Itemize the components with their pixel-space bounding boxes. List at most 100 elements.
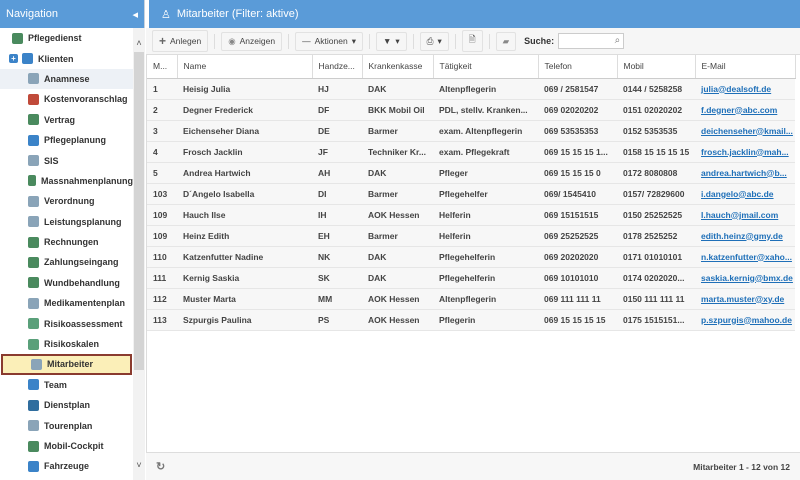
table-cell: Hauch Ilse <box>177 204 312 226</box>
paging-info: Mitarbeiter 1 - 12 von 12 <box>693 461 790 472</box>
scroll-down-icon[interactable]: ˅ <box>134 460 144 470</box>
table-row[interactable]: 5 Andrea Hartwich AH DAK Pfleger 069 15 15 15… <box>147 162 795 184</box>
table-cell: Barmer <box>362 225 433 247</box>
email-link[interactable]: f.degner@abc.com <box>701 105 777 115</box>
column-header[interactable]: Telefon <box>538 55 618 79</box>
column-header[interactable]: Tätigkeit <box>433 55 539 79</box>
email-link[interactable]: frosch.jacklin@mah... <box>701 147 789 157</box>
nav-item-anamnese[interactable]: Anamnese <box>0 68 133 90</box>
table-row[interactable]: 3 Eichenseher Diana DE Barmer exam. Altenpfl… <box>147 120 795 142</box>
export-button[interactable]: 🗎 <box>461 30 483 52</box>
table-cell: AH <box>312 162 362 184</box>
table-cell: frosch.jacklin@mah... <box>695 141 795 163</box>
nav-item-risikoassessment[interactable]: Risikoassessment <box>0 313 133 333</box>
table-cell: DAK <box>362 246 433 268</box>
table-cell: Heisig Julia <box>177 78 312 100</box>
column-header[interactable]: Krankenkasse <box>362 55 434 79</box>
table-row[interactable]: 109 Hauch Ilse IH AOK Hessen Helferin 069 151… <box>147 204 795 226</box>
nav-item-label: SIS <box>44 155 59 166</box>
nav-item-massnahmenplanung[interactable]: Massnahmenplanung <box>0 171 133 191</box>
nav-item-tourenplan[interactable]: Tourenplan <box>0 415 133 435</box>
table-row[interactable]: 2 Degner Frederick DF BKK Mobil Oil PDL, ste… <box>147 99 795 121</box>
nav-item-kostenvoranschlag[interactable]: Kostenvoranschlag <box>0 89 133 109</box>
nav-item-leistungsplanung[interactable]: Leistungsplanung <box>0 212 133 232</box>
nav-item-risikoskalen[interactable]: Risikoskalen <box>0 334 133 354</box>
table-cell: Andrea Hartwich <box>177 162 312 184</box>
column-header[interactable]: Handze... <box>312 55 363 79</box>
email-link[interactable]: saskia.kernig@bmx.de <box>701 273 793 283</box>
table-cell: p.szpurgis@mahoo.de <box>695 309 795 331</box>
table-cell: AOK Hessen <box>362 309 433 331</box>
table-cell: 0175 1515151... <box>617 309 695 331</box>
nav-item-icon <box>28 175 36 187</box>
add-button[interactable]: + Anlegen <box>152 30 209 52</box>
table-cell: Barmer <box>362 183 433 205</box>
print-button[interactable]: ⎙ ▾ <box>419 31 449 51</box>
nav-item-icon <box>28 73 39 85</box>
expand-icon[interactable]: + <box>9 54 18 64</box>
nav-item-team[interactable]: Team <box>0 375 133 395</box>
collapse-icon[interactable]: ◂ <box>132 8 138 21</box>
nav-item-verordnung[interactable]: Verordnung <box>0 191 133 211</box>
email-link[interactable]: edith.heinz@gmy.de <box>701 231 783 241</box>
table-cell: 4 <box>147 141 177 163</box>
refresh-icon[interactable]: ↻ <box>156 460 165 473</box>
table-row[interactable]: 1 Heisig Julia HJ DAK Altenpflegerin 069 / 25… <box>147 78 795 100</box>
table-row[interactable]: 110 Katzenfutter Nadine NK DAK Pflegehelferi… <box>147 246 795 268</box>
table-row[interactable]: 109 Heinz Edith EH Barmer Helferin 069 252525… <box>147 225 795 247</box>
table-cell: AOK Hessen <box>362 288 433 310</box>
email-link[interactable]: julia@dealsoft.de <box>701 84 771 94</box>
email-link[interactable]: I.hauch@jmail.com <box>701 210 778 220</box>
employee-icon: ♙ <box>161 8 171 21</box>
table-cell: 0150 111 111 11 <box>617 288 695 310</box>
table-row[interactable]: 112 Muster Marta MM AOK Hessen Altenpflegeri… <box>147 288 795 310</box>
nav-item-medikamentenplan[interactable]: Medikamentenplan <box>0 293 133 313</box>
nav-item-zahlungseingang[interactable]: Zahlungseingang <box>0 252 133 272</box>
table-cell: deichenseher@kmail... <box>695 120 795 142</box>
table-cell: 0157/ 72829600 <box>617 183 695 205</box>
table-row[interactable]: 103 D´Angelo Isabella DI Barmer Pflegehelfer… <box>147 183 795 205</box>
nav-item-label: Team <box>44 379 67 390</box>
scroll-up-icon[interactable]: ˄ <box>134 38 144 48</box>
column-header[interactable]: Mobil <box>617 55 696 79</box>
search-input[interactable]: ⌕ <box>558 33 625 49</box>
table-row[interactable]: 111 Kernig Saskia SK DAK Pflegehelferin 069 1… <box>147 267 795 289</box>
message-button[interactable]: ▰ <box>495 31 517 51</box>
column-header[interactable]: M... <box>147 55 178 79</box>
column-header[interactable]: Name <box>177 55 313 79</box>
table-cell: f.degner@abc.com <box>695 99 795 121</box>
nav-item-mobil-cockpit[interactable]: Mobil-Cockpit <box>0 436 133 456</box>
table-cell: Techniker Kr... <box>362 141 433 163</box>
column-header[interactable]: E-Mail <box>695 55 796 79</box>
email-link[interactable]: i.dangelo@abc.de <box>701 189 774 199</box>
show-button[interactable]: ◉ Anzeigen <box>221 31 283 51</box>
filter-icon: ▼ <box>382 36 392 46</box>
nav-item-vertrag[interactable]: Vertrag <box>0 110 133 130</box>
plus-icon: + <box>159 34 167 48</box>
grid-footer: ↻ Mitarbeiter 1 - 12 von 12 <box>146 452 800 480</box>
nav-item-dienstplan[interactable]: Dienstplan <box>0 395 133 415</box>
nav-item-wundbehandlung[interactable]: Wundbehandlung <box>0 273 133 293</box>
nav-item-sis[interactable]: SIS <box>0 150 133 170</box>
email-link[interactable]: marta.muster@xy.de <box>701 294 784 304</box>
table-cell: IH <box>312 204 362 226</box>
nav-item-rechnungen[interactable]: Rechnungen <box>0 232 133 252</box>
nav-item-label: Rechnungen <box>44 237 99 248</box>
email-link[interactable]: deichenseher@kmail... <box>701 126 793 136</box>
email-link[interactable]: p.szpurgis@mahoo.de <box>701 315 792 325</box>
nav-item-klienten[interactable]: + Klienten <box>0 48 133 68</box>
table-row[interactable]: 113 Szpurgis Paulina PS AOK Hessen Pflegerin… <box>147 309 795 331</box>
nav-item-fahrzeuge[interactable]: Fahrzeuge <box>0 456 133 476</box>
actions-button[interactable]: — Aktionen ▾ <box>295 31 363 51</box>
email-link[interactable]: andrea.hartwich@b... <box>701 168 787 178</box>
nav-item-pflegeplanung[interactable]: Pflegeplanung <box>0 130 133 150</box>
email-link[interactable]: n.katzenfutter@xaho... <box>701 252 792 262</box>
nav-item-mitarbeiter[interactable]: Mitarbeiter <box>1 354 132 375</box>
nav-item-pflegedienst[interactable]: Pflegedienst <box>0 28 133 48</box>
nav-item-label: Dienstplan <box>44 400 91 411</box>
table-row[interactable]: 4 Frosch Jacklin JF Techniker Kr... exam. Pf… <box>147 141 795 163</box>
nav-scrollbar-thumb[interactable] <box>134 52 144 370</box>
nav-item-label: Pflegedienst <box>28 33 82 44</box>
filter-button[interactable]: ▼ ▾ <box>375 31 407 51</box>
nav-item-icon <box>28 420 39 432</box>
